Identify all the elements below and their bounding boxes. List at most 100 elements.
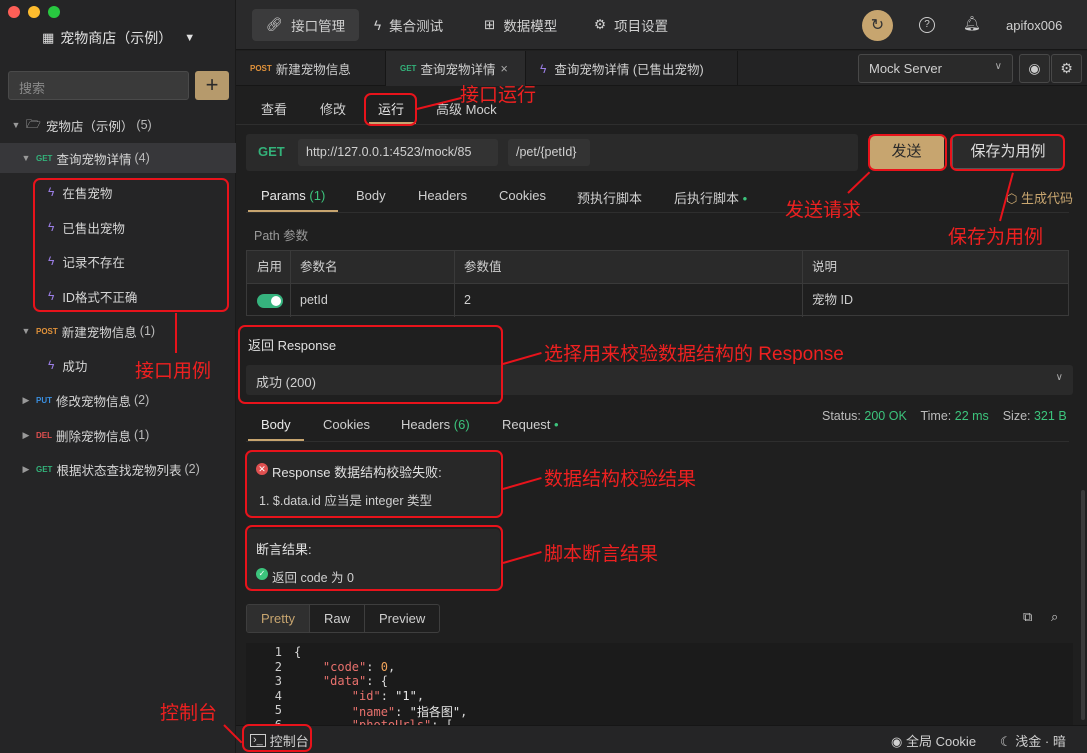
code-line: "data": { [322, 674, 388, 688]
save-as-case-button[interactable]: 保存为用例 [952, 135, 1064, 169]
sync-icon[interactable]: ↻ [862, 10, 893, 41]
code-line: "id": "1", [351, 688, 425, 703]
tree-item-label: 宠物店（示例） [45, 119, 134, 134]
bell-icon[interactable]: 🔔︎ [963, 15, 981, 32]
minimize-window-button[interactable] [28, 6, 40, 18]
line-number: 5 [274, 703, 282, 717]
resp-tab-cookies[interactable]: Cookies [323, 417, 370, 432]
tree-item-find-pets[interactable]: ▶ GET 根据状态查找宠物列表 (2) [20, 454, 200, 484]
bolt-icon: ϟ [48, 358, 55, 372]
resp-tab-body[interactable]: Body [261, 417, 291, 432]
resp-tab-headers[interactable]: Headers (6) [401, 417, 470, 432]
bolt-icon: ϟ [48, 185, 55, 199]
folder-icon: 🗁 [26, 116, 41, 131]
divider [236, 124, 1087, 125]
maximize-window-button[interactable] [48, 6, 60, 18]
grid-icon: ▦ [42, 30, 55, 45]
subtab-run[interactable]: 运行 [378, 99, 404, 118]
tab-project-settings[interactable]: ⚙ 项目设置 [580, 9, 682, 41]
line-number: 1 [274, 645, 282, 659]
column-header: 启用 [257, 260, 283, 274]
eye-icon[interactable]: ◉ [1019, 54, 1050, 83]
bolt-icon: ϟ [374, 17, 382, 33]
line-number: 4 [274, 688, 282, 703]
enable-toggle[interactable] [257, 294, 283, 308]
subtab-view[interactable]: 查看 [261, 99, 287, 118]
add-button[interactable]: + [195, 71, 229, 100]
gear-icon[interactable]: ⚙ [1051, 54, 1082, 83]
annotation-save: 保存为用例 [948, 227, 1044, 248]
column-header: 参数值 [464, 260, 502, 274]
scrollbar[interactable] [1081, 490, 1085, 720]
line-number: 2 [274, 659, 282, 674]
validation-result: ✕ Response 数据结构校验失败: 1. $.data.id 应当是 in… [246, 452, 500, 516]
column-header: 参数名 [300, 260, 338, 274]
api-tree: ▼ 🗁 宠物店（示例） (5) ▼ GET 查询宠物详情 (4) ϟ 在售宠物 ϟ… [0, 108, 236, 488]
bolt-icon: ϟ [48, 220, 55, 234]
column-header: 说明 [812, 260, 838, 274]
tree-item-post-pet[interactable]: ▼ POST 新建宠物信息 (1) [20, 316, 156, 346]
generate-code-link[interactable]: ⬡ 生成代码 [1006, 188, 1073, 207]
link-icon: 🔗︎ [266, 17, 284, 32]
tab-params[interactable]: Params (1) [261, 188, 325, 203]
tab-headers[interactable]: Headers [418, 188, 467, 203]
param-name[interactable]: petId [292, 284, 336, 317]
caret-right-icon: ▶ [22, 463, 30, 474]
tab-pre-script[interactable]: 预执行脚本 [577, 188, 642, 207]
workspace-selector[interactable]: ▦ 宠物商店（示例） ▼ [42, 28, 195, 48]
case-item[interactable]: ϟ ID格式不正确 [48, 281, 137, 311]
param-value[interactable]: 2 [456, 284, 479, 317]
tree-folder[interactable]: ▼ 🗁 宠物店（示例） (5) [10, 110, 152, 140]
copy-icon[interactable]: ⧉ [1023, 609, 1032, 625]
caret-down-icon: ▼ [184, 32, 196, 44]
case-item[interactable]: ϟ 在售宠物 [48, 177, 112, 207]
method-select[interactable]: GET [258, 144, 285, 159]
tab-api-management[interactable]: 🔗︎ 接口管理 [252, 9, 360, 41]
bolt-icon: ϟ [540, 61, 547, 76]
user-name[interactable]: apifox006 [1006, 18, 1062, 33]
tree-item-get-pet[interactable]: ▼ GET 查询宠物详情 (4) [0, 143, 236, 173]
bolt-icon: ϟ [48, 254, 55, 268]
tab-body[interactable]: Body [356, 188, 386, 203]
close-window-button[interactable] [8, 6, 20, 18]
tab-cookies[interactable]: Cookies [499, 188, 546, 203]
tab-post-script[interactable]: 后执行脚本 • [674, 188, 747, 207]
tab-collection-test[interactable]: ϟ 集合测试 [360, 9, 457, 41]
theme-button[interactable]: ☾ 浅金 · 暗 [1000, 731, 1066, 750]
global-cookie-button[interactable]: ◉ 全局 Cookie [891, 731, 976, 750]
line-number: 6 [274, 717, 282, 726]
code-line: "photoUrls": [ [351, 717, 453, 726]
chevron-down-icon: ∨ [994, 61, 1002, 72]
response-body-code[interactable]: 1 {2 "code": 0, 3 "data": {4 "id": "1", 5 "… [246, 643, 1073, 725]
view-raw[interactable]: Raw [310, 605, 365, 632]
close-icon[interactable]: × [500, 62, 507, 76]
base-url-input[interactable]: http://127.0.0.1:4523/mock/85 [298, 139, 498, 166]
case-item[interactable]: ϟ 成功 [48, 350, 87, 380]
annotation-response: 选择用来校验数据结构的 Response [544, 344, 844, 365]
request-tab[interactable]: POST 新建宠物信息 [236, 51, 386, 86]
resp-tab-request[interactable]: Request • [502, 417, 559, 432]
code-line: { [294, 645, 302, 659]
response-select[interactable]: 成功 (200) ∨ [246, 365, 1073, 395]
cookie-icon: ◉ [891, 734, 903, 749]
search-input[interactable]: 搜索 [8, 71, 189, 100]
tab-data-model[interactable]: ⊞ 数据模型 [470, 9, 571, 41]
chevron-down-icon: ∨ [1055, 372, 1063, 383]
dot-icon: • [739, 191, 748, 206]
path-input[interactable]: /pet/{petId} [508, 139, 590, 166]
request-tab[interactable]: ϟ 查询宠物详情 (已售出宠物) [526, 51, 738, 86]
help-icon[interactable]: ? [919, 17, 935, 33]
console-button[interactable]: ›_ 控制台 [250, 731, 309, 750]
search-icon[interactable]: ⌕ [1051, 609, 1058, 625]
case-item[interactable]: ϟ 记录不存在 [48, 246, 125, 276]
view-pretty[interactable]: Pretty [247, 605, 310, 632]
tree-item-put-pet[interactable]: ▶ PUT 修改宠物信息 (2) [20, 385, 150, 415]
send-button[interactable]: 发送 [869, 135, 944, 169]
subtab-edit[interactable]: 修改 [320, 99, 346, 118]
case-item[interactable]: ϟ 已售出宠物 [48, 212, 125, 242]
view-preview[interactable]: Preview [365, 605, 439, 632]
tree-item-del-pet[interactable]: ▶ DEL 删除宠物信息 (1) [20, 420, 150, 450]
view-tabs: Pretty Raw Preview [246, 604, 441, 633]
environment-select[interactable]: Mock Server ∨ [858, 54, 1013, 83]
assertion-result: 断言结果: ✓ 返回 code 为 0 [246, 529, 500, 591]
